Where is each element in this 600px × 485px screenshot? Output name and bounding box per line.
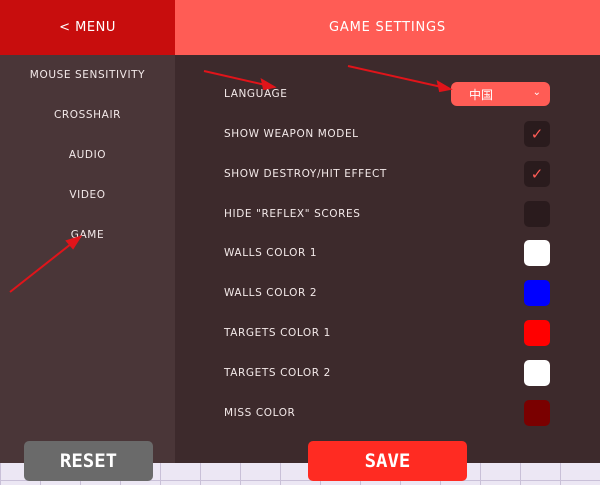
walls-color-2-swatch[interactable] <box>524 280 550 306</box>
walls-color-1-label: WALLS COLOR 1 <box>224 247 318 259</box>
language-value: 中国 <box>469 87 494 102</box>
sidebar-item-game[interactable]: GAME <box>0 229 175 241</box>
targets-color-2-label: TARGETS COLOR 2 <box>224 367 331 379</box>
hide-reflex-scores-checkbox[interactable] <box>524 201 550 227</box>
show-weapon-model-label: SHOW WEAPON MODEL <box>224 128 359 140</box>
save-button[interactable]: SAVE <box>308 441 467 481</box>
language-label: LANGUAGE <box>224 88 288 100</box>
menu-back-button[interactable]: < MENU <box>0 0 175 55</box>
sidebar-item-video[interactable]: VIDEO <box>0 189 175 201</box>
reset-button[interactable]: RESET <box>24 441 153 481</box>
walls-color-1-swatch[interactable] <box>524 240 550 266</box>
show-destroy-hit-effect-checkbox[interactable]: ✓ <box>524 161 550 187</box>
targets-color-2-swatch[interactable] <box>524 360 550 386</box>
miss-color-label: MISS COLOR <box>224 407 296 419</box>
sidebar-item-crosshair[interactable]: CROSSHAIR <box>0 109 175 121</box>
show-weapon-model-checkbox[interactable]: ✓ <box>524 121 550 147</box>
walls-color-2-label: WALLS COLOR 2 <box>224 287 318 299</box>
language-select[interactable]: 中国 ⌄ <box>451 82 550 106</box>
hide-reflex-scores-label: HIDE "REFLEX" SCORES <box>224 208 361 220</box>
targets-color-1-swatch[interactable] <box>524 320 550 346</box>
targets-color-1-label: TARGETS COLOR 1 <box>224 327 331 339</box>
settings-sidebar: < MENU MOUSE SENSITIVITY CROSSHAIR AUDIO… <box>0 0 175 463</box>
game-settings-panel: GAME SETTINGS LANGUAGE 中国 ⌄ SHOW WEAPON … <box>175 0 600 463</box>
check-icon: ✓ <box>530 125 544 143</box>
page-title: GAME SETTINGS <box>175 0 600 55</box>
sidebar-item-mouse-sensitivity[interactable]: MOUSE SENSITIVITY <box>0 69 175 81</box>
check-icon: ✓ <box>530 165 544 183</box>
sidebar-item-audio[interactable]: AUDIO <box>0 149 175 161</box>
chevron-down-icon: ⌄ <box>532 87 541 98</box>
miss-color-swatch[interactable] <box>524 400 550 426</box>
show-destroy-hit-effect-label: SHOW DESTROY/HIT EFFECT <box>224 168 387 180</box>
